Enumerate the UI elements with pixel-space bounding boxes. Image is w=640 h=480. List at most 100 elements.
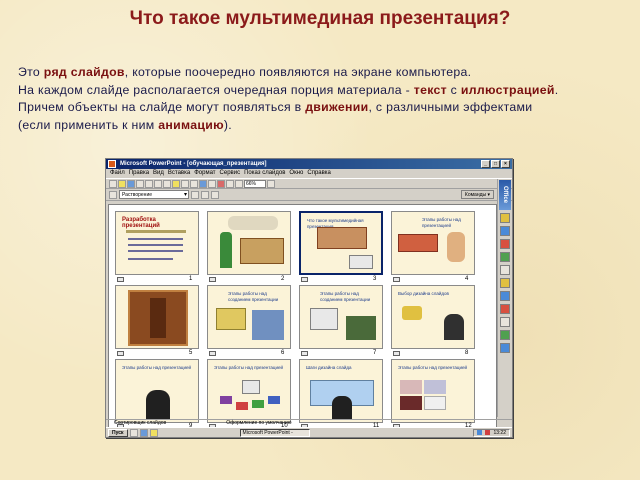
slide-number: 8 [465,350,469,356]
transition-icon[interactable] [301,351,308,356]
animation-icon[interactable] [191,190,199,199]
minimize-button[interactable]: _ [481,160,490,168]
menu-tools[interactable]: Сервис [220,169,241,178]
quicklaunch-icon[interactable] [129,428,138,437]
office-app-icon[interactable] [500,343,510,353]
new-icon[interactable] [109,179,117,188]
tray-icon[interactable] [485,430,491,435]
new-slide-icon[interactable] [226,179,234,188]
tray-icon[interactable] [477,430,483,435]
office-app-icon[interactable] [500,291,510,301]
transition-icon[interactable] [209,277,216,282]
transition-select[interactable]: Растворение [119,190,189,199]
powerpoint-window: Microsoft PowerPoint - [обучающая_презен… [105,158,513,438]
intro-text: Это ряд слайдов, которые поочередно появ… [18,64,628,134]
quicklaunch-icon[interactable] [139,428,148,437]
slide-7-computer [310,308,338,330]
office-app-icon[interactable] [500,226,510,236]
slide-thumbnail-3[interactable]: Что такое мультимедийная презентация [299,211,383,275]
group-figures [228,216,278,230]
office-app-icon[interactable] [500,239,510,249]
undo-icon[interactable] [181,179,189,188]
slide-8-image [402,306,422,320]
slide-thumbnail-5[interactable] [115,285,199,349]
zoom-select[interactable]: 66% [244,179,266,188]
slide-4-person [447,232,465,262]
start-button[interactable]: Пуск [108,428,128,437]
office-logo[interactable]: Office [499,180,511,210]
print-icon[interactable] [136,179,144,188]
menu-file[interactable]: Файл [110,169,125,178]
paste-icon[interactable] [172,179,180,188]
slide-10-tile [268,396,280,404]
maximize-button[interactable]: □ [491,160,500,168]
commands-button[interactable]: Команды ▾ [460,190,494,199]
slide-3-image [317,227,367,249]
slide-thumbnail-6[interactable]: Этапы работы над созданием презентации [207,285,291,349]
transition-icon[interactable] [393,351,400,356]
slide-thumbnail-7[interactable]: Этапы работы над созданием презентации [299,285,383,349]
chart-icon[interactable] [217,179,225,188]
office-app-icon[interactable] [500,252,510,262]
redo-icon[interactable] [190,179,198,188]
rehearse-timings-icon[interactable] [211,190,219,199]
menu-slideshow[interactable]: Показ слайдов [244,169,285,178]
slide-12-swatch [400,380,422,394]
slide-number: 6 [281,350,285,356]
slide-10-computer [242,380,260,394]
slide-11-person [332,396,352,420]
taskbar-powerpoint-button[interactable]: Microsoft PowerPoint - [239,428,310,437]
slide-thumbnail-2[interactable] [207,211,291,275]
powerpoint-icon [108,160,116,168]
cut-icon[interactable] [154,179,162,188]
spelling-icon[interactable] [145,179,153,188]
hide-slide-icon[interactable] [201,190,209,199]
slide-thumbnail-1[interactable]: Разработка презентаций [115,211,199,275]
menu-help[interactable]: Справка [307,169,331,178]
open-icon[interactable] [118,179,126,188]
menu-format[interactable]: Формат [194,169,215,178]
status-design: Оформление по умолчанию [226,420,292,426]
help-icon[interactable] [267,179,275,188]
close-button[interactable]: × [501,160,510,168]
slide-8-title: Выбор дизайна слайдов [398,291,449,296]
transition-icon[interactable] [301,277,308,282]
copy-icon[interactable] [163,179,171,188]
office-app-icon[interactable] [500,317,510,327]
slide-4-title: Этапы работы над презентацией [422,217,461,228]
table-icon[interactable] [208,179,216,188]
transition-icon[interactable] [117,277,124,282]
hyperlink-icon[interactable] [199,179,207,188]
menu-edit[interactable]: Правка [129,169,149,178]
slide-thumbnail-12[interactable]: Этапы работы над презентацией [391,359,475,423]
slide-thumbnail-10[interactable]: Этапы работы над презентацией [207,359,291,423]
slide-1-line [126,230,186,233]
transition-icon[interactable] [209,351,216,356]
quicklaunch-icon[interactable] [149,428,158,437]
transition-icon[interactable] [109,190,117,199]
grayscale-icon[interactable] [235,179,243,188]
transition-icon[interactable] [117,351,124,356]
transition-icon[interactable] [393,277,400,282]
menu-window[interactable]: Окно [289,169,303,178]
slide-5-door-inner [150,298,166,338]
office-app-icon[interactable] [500,278,510,288]
menu-view[interactable]: Вид [153,169,164,178]
slide-6-image [216,308,246,330]
slide-12-title: Этапы работы над презентацией [398,365,468,370]
slide-sorter-toolbar: Растворение Команды ▾ [106,189,512,201]
slide-thumbnail-8[interactable]: Выбор дизайна слайдов [391,285,475,349]
slide-11-title: Шаги дизайна слайда [306,365,352,370]
slide-1-line [128,238,183,240]
slide-thumbnail-4[interactable]: Этапы работы над презентацией [391,211,475,275]
slide-thumbnail-11[interactable]: Шаги дизайна слайда [299,359,383,423]
standard-toolbar: 66% [106,178,512,189]
office-app-icon[interactable] [500,304,510,314]
save-icon[interactable] [127,179,135,188]
office-app-icon[interactable] [500,265,510,275]
office-app-icon[interactable] [500,330,510,340]
window-titlebar[interactable]: Microsoft PowerPoint - [обучающая_презен… [106,159,512,169]
menu-insert[interactable]: Вставка [168,169,190,178]
slide-thumbnail-9[interactable]: Этапы работы над презентацией [115,359,199,423]
office-app-icon[interactable] [500,213,510,223]
